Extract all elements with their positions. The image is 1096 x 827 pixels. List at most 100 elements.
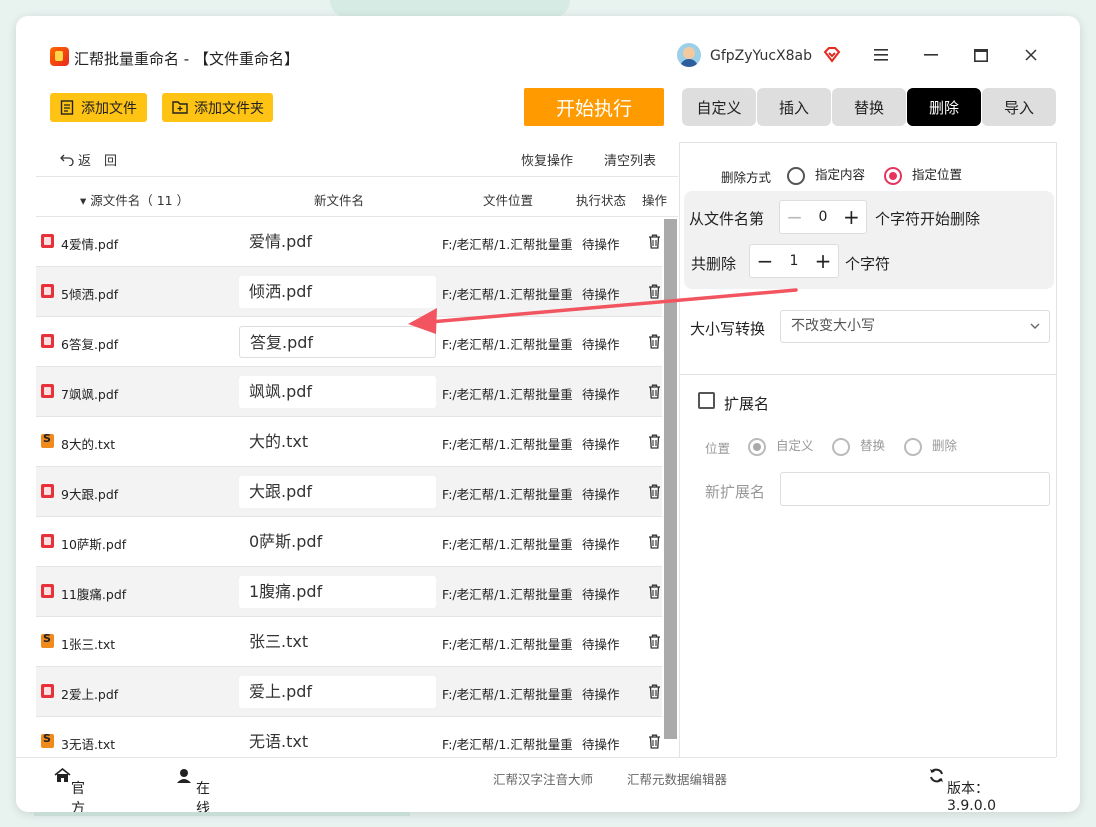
website-link[interactable]: 官方网站 — [54, 767, 85, 812]
tab-replace[interactable]: 替换 — [832, 88, 906, 126]
bottom-strip — [34, 812, 410, 816]
trash-icon[interactable] — [648, 234, 661, 249]
version-info[interactable]: 版本：3.9.0.0 — [929, 768, 996, 812]
table-row[interactable]: 7飒飒.pdf 飒飒.pdf F:/老汇帮/1.汇帮批量重命名待操作 — [36, 367, 662, 417]
start-execute-button[interactable]: 开始执行 — [524, 88, 664, 126]
add-files-button[interactable]: 添加文件 — [50, 93, 147, 122]
table-row[interactable]: 8大的.txt 大的.txt F:/老汇帮/1.汇帮批量重命名待操作 — [36, 417, 662, 467]
trash-icon[interactable] — [648, 434, 661, 449]
restore-button[interactable]: 恢复操作 — [521, 150, 573, 169]
new-filename-field[interactable]: 1腹痛.pdf — [239, 576, 436, 608]
tab-insert[interactable]: 插入 — [757, 88, 831, 126]
count-stepper[interactable]: − 1 + — [749, 244, 839, 278]
count-decrement-button[interactable]: − — [750, 249, 780, 273]
trash-icon[interactable] — [648, 584, 661, 599]
new-filename-field[interactable]: 张三.txt — [239, 626, 436, 658]
new-filename-field[interactable]: 无语.txt — [239, 726, 436, 756]
delete-settings-panel: 删除方式 指定内容 指定位置 从文件名第 − 0 + 个字符开始删除 共删除 −… — [679, 142, 1057, 757]
mode-content-label: 指定内容 — [814, 167, 865, 182]
table-row[interactable]: 9大跟.pdf 大跟.pdf F:/老汇帮/1.汇帮批量重命名待操作 — [36, 467, 662, 517]
new-filename-field[interactable]: 大跟.pdf — [239, 476, 436, 508]
back-button[interactable]: 返 回 — [60, 150, 117, 169]
case-select[interactable]: 不改变大小写 — [780, 310, 1050, 343]
radio-mode-content[interactable] — [787, 166, 805, 185]
from-increment-button[interactable]: + — [837, 205, 866, 229]
table-row[interactable]: 2爱上.pdf 爱上.pdf F:/老汇帮/1.汇帮批量重命名待操作 — [36, 667, 662, 717]
status-text: 待操作 — [582, 387, 620, 402]
refresh-icon — [930, 768, 943, 783]
radio-mode-position[interactable] — [884, 166, 902, 185]
file-location: F:/老汇帮/1.汇帮批量重命名 — [442, 637, 572, 652]
table-row[interactable]: 3无语.txt 无语.txt F:/老汇帮/1.汇帮批量重命名待操作 — [36, 717, 662, 756]
table-row[interactable]: 5倾洒.pdf 倾洒.pdf F:/老汇帮/1.汇帮批量重命名待操作 — [36, 267, 662, 317]
clear-list-button[interactable]: 清空列表 — [604, 150, 656, 169]
tab-custom[interactable]: 自定义 — [682, 88, 756, 126]
vip-diamond-icon[interactable] — [822, 45, 842, 65]
maximize-icon[interactable] — [968, 42, 994, 68]
file-location: F:/老汇帮/1.汇帮批量重命名 — [442, 487, 572, 502]
file-location: F:/老汇帮/1.汇帮批量重命名 — [442, 337, 572, 352]
new-filename-field[interactable]: 答复.pdf — [239, 326, 436, 358]
trash-icon[interactable] — [648, 384, 661, 399]
pdf-file-icon — [41, 584, 54, 598]
home-icon — [54, 767, 71, 782]
avatar[interactable] — [677, 43, 701, 67]
header-source[interactable]: ▾ 源文件名（ 11 ） — [80, 190, 189, 209]
status-text: 待操作 — [582, 587, 620, 602]
table-row[interactable]: 1张三.txt 张三.txt F:/老汇帮/1.汇帮批量重命名待操作 — [36, 617, 662, 667]
pos-custom-option[interactable]: 自定义 — [748, 435, 814, 456]
link-metadata-editor[interactable]: 汇帮元数据编辑器 — [627, 769, 727, 788]
file-location: F:/老汇帮/1.汇帮批量重命名 — [442, 237, 572, 252]
link-pinyin-master[interactable]: 汇帮汉字注音大师 — [493, 769, 593, 788]
support-link[interactable]: 在线客服 — [176, 768, 210, 812]
count-value[interactable]: 1 — [780, 253, 808, 269]
trash-icon[interactable] — [648, 684, 661, 699]
mode-content-option[interactable]: 指定内容 — [787, 164, 865, 185]
trash-icon[interactable] — [648, 484, 661, 499]
from-decrement-button[interactable]: − — [780, 205, 809, 229]
radio-pos-replace[interactable] — [832, 437, 850, 456]
new-filename-field[interactable]: 爱上.pdf — [239, 676, 436, 708]
mode-position-option[interactable]: 指定位置 — [884, 164, 962, 185]
menu-icon[interactable] — [868, 42, 894, 68]
radio-pos-delete[interactable] — [904, 437, 922, 456]
chevron-down-icon — [1030, 323, 1040, 329]
trash-icon[interactable] — [648, 284, 661, 299]
new-extension-input[interactable] — [780, 472, 1050, 506]
from-stepper[interactable]: − 0 + — [779, 200, 867, 234]
add-folder-button[interactable]: 添加文件夹 — [162, 93, 273, 122]
table-scrollbar[interactable] — [664, 219, 677, 739]
minimize-icon[interactable] — [918, 42, 944, 68]
new-filename-field[interactable]: 大的.txt — [239, 426, 436, 458]
pos-replace-option[interactable]: 替换 — [832, 435, 885, 456]
new-filename-field[interactable]: 飒飒.pdf — [239, 376, 436, 408]
new-filename-field[interactable]: 0萨斯.pdf — [239, 526, 436, 558]
add-file-icon — [60, 100, 74, 115]
header-new-name: 新文件名 — [314, 193, 365, 208]
status-text: 待操作 — [582, 287, 620, 302]
count-increment-button[interactable]: + — [808, 249, 838, 273]
trash-icon[interactable] — [648, 334, 661, 349]
tab-import[interactable]: 导入 — [982, 88, 1056, 126]
close-icon[interactable] — [1018, 42, 1044, 68]
trash-icon[interactable] — [648, 734, 661, 749]
table-row[interactable]: 10萨斯.pdf 0萨斯.pdf F:/老汇帮/1.汇帮批量重命名待操作 — [36, 517, 662, 567]
file-location: F:/老汇帮/1.汇帮批量重命名 — [442, 537, 572, 552]
trash-icon[interactable] — [648, 534, 661, 549]
table-row[interactable]: 4爱情.pdf 爱情.pdf F:/老汇帮/1.汇帮批量重命名待操作 — [36, 217, 662, 267]
tab-delete[interactable]: 删除 — [907, 88, 981, 126]
new-filename-field[interactable]: 倾洒.pdf — [239, 276, 436, 308]
radio-pos-custom[interactable] — [748, 437, 766, 456]
from-label: 从文件名第 — [689, 210, 765, 228]
username[interactable]: GfpZyYucX8ab — [710, 48, 812, 64]
status-text: 待操作 — [582, 737, 620, 752]
from-value[interactable]: 0 — [809, 209, 836, 225]
trash-icon[interactable] — [648, 634, 661, 649]
mode-position-label: 指定位置 — [911, 167, 962, 182]
version-label: 版本：3.9.0.0 — [947, 781, 996, 812]
extension-checkbox[interactable] — [698, 392, 715, 409]
pos-delete-option[interactable]: 删除 — [904, 435, 957, 456]
table-row[interactable]: 6答复.pdf 答复.pdf F:/老汇帮/1.汇帮批量重命名待操作 — [36, 317, 662, 367]
table-row[interactable]: 11腹痛.pdf 1腹痛.pdf F:/老汇帮/1.汇帮批量重命名待操作 — [36, 567, 662, 617]
new-filename-field[interactable]: 爱情.pdf — [239, 226, 436, 258]
